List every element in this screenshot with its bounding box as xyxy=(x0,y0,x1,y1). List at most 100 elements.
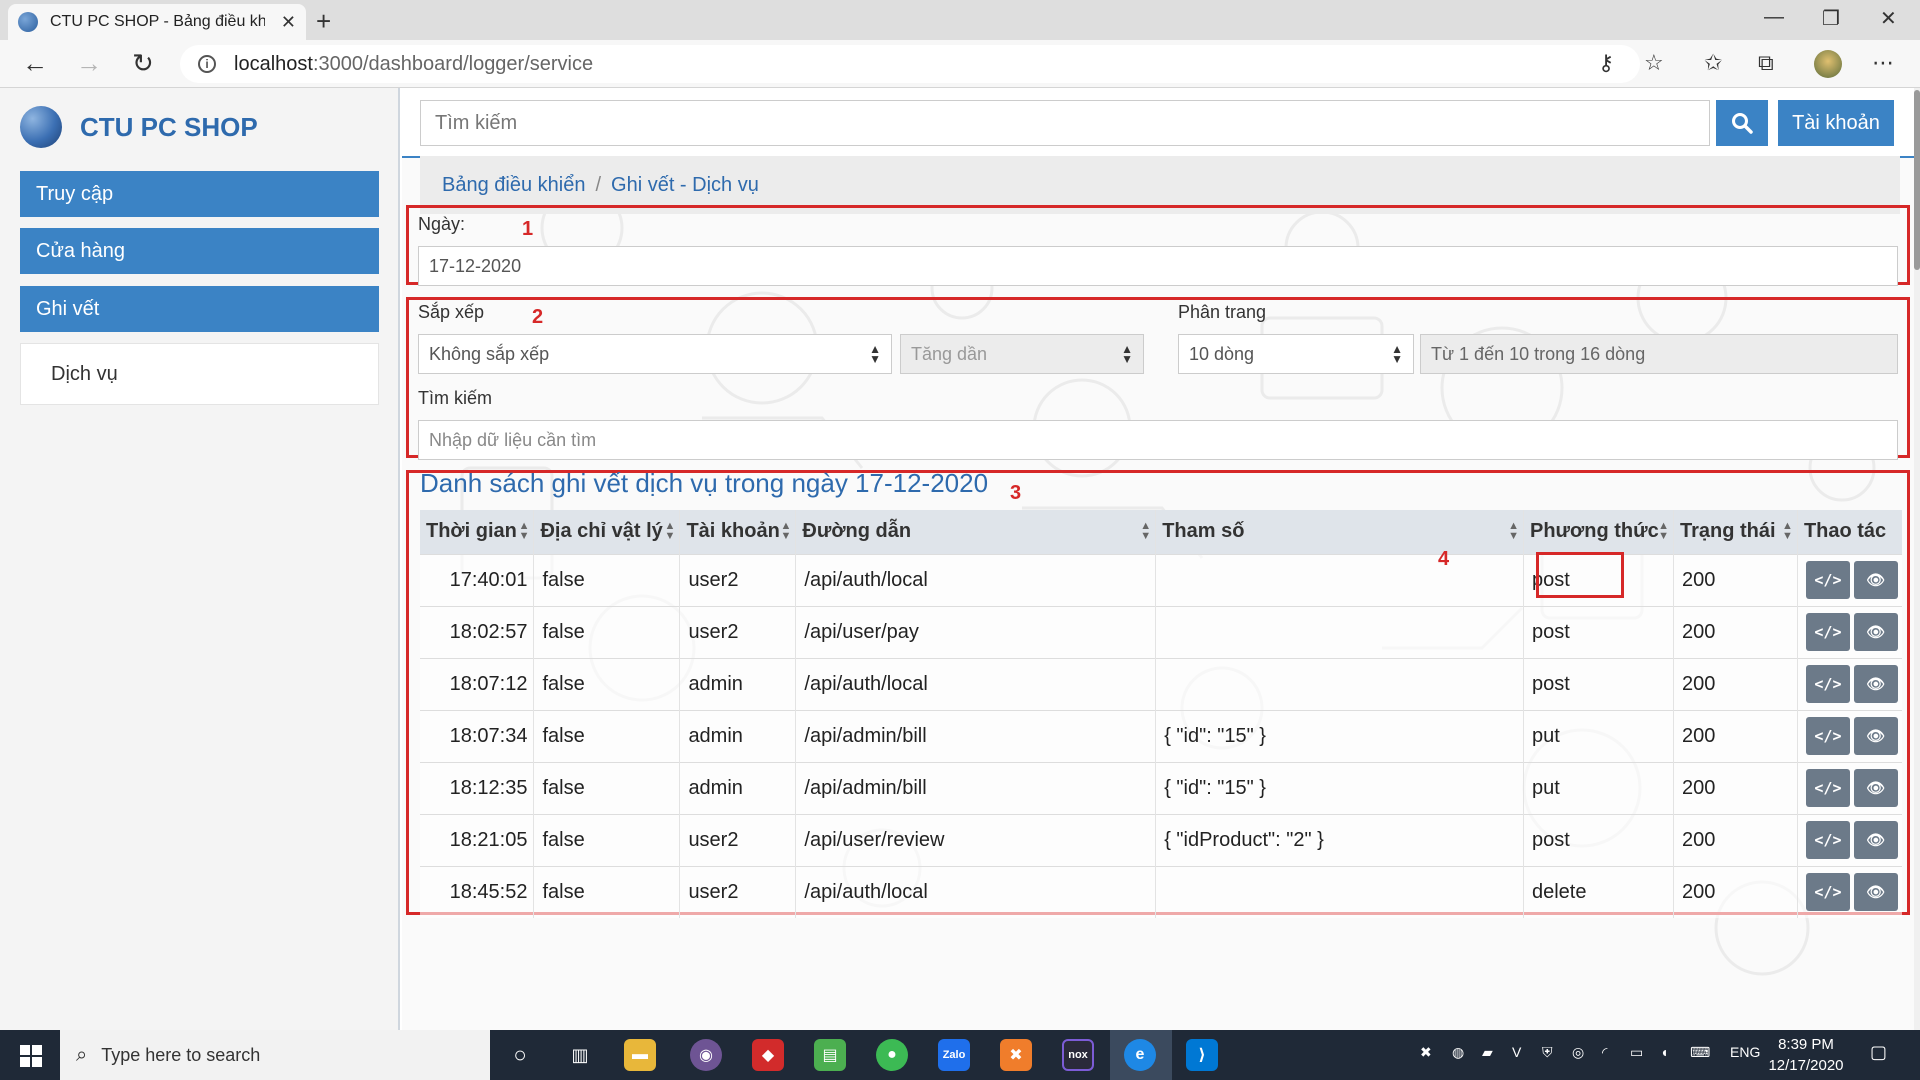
column-header-account[interactable]: Tài khoản ▲ ▼ xyxy=(679,510,796,554)
nvidia-tray-icon[interactable]: ▰ xyxy=(1482,1044,1493,1061)
minimize-window-icon[interactable]: — xyxy=(1764,6,1784,29)
garena-icon[interactable]: ◆ xyxy=(752,1039,784,1071)
table-row: 17:40:01 false user2/api/auth/local post 200… xyxy=(420,553,1902,606)
more-menu-icon[interactable]: ⋯ xyxy=(1872,50,1894,76)
column-header-physical-address[interactable]: Địa chỉ vật lý ▲ ▼ xyxy=(533,510,680,554)
global-search-input[interactable]: Tìm kiếm xyxy=(420,100,1710,146)
volume-icon[interactable]: ◖ xyxy=(1660,1044,1668,1060)
file-explorer-icon[interactable]: ▬ xyxy=(624,1039,656,1071)
nox-player-icon[interactable]: nox xyxy=(1062,1039,1094,1071)
cortana-icon[interactable]: ○ xyxy=(504,1039,536,1071)
forward-arrow-icon[interactable]: → xyxy=(76,48,102,79)
cell-physical-address: false xyxy=(533,657,680,710)
view-details-eye-icon[interactable]: 👁 xyxy=(1853,821,1898,859)
account-button[interactable]: Tài khoản xyxy=(1778,100,1894,146)
github-desktop-icon[interactable]: ◉ xyxy=(690,1039,722,1071)
annotation-number-2: 2 xyxy=(532,306,544,328)
new-tab-icon[interactable]: + xyxy=(316,6,331,37)
wifi-icon[interactable]: ◜ xyxy=(1602,1044,1607,1061)
sidebar-item-store[interactable]: Cửa hàng xyxy=(20,228,379,274)
view-details-eye-icon[interactable]: 👁 xyxy=(1853,613,1898,651)
sort-arrows-icon[interactable]: ▲ ▼ xyxy=(1658,521,1669,542)
collections-icon[interactable]: ⧉ xyxy=(1758,50,1774,76)
sort-arrows-icon[interactable]: ▲ ▼ xyxy=(1140,521,1151,542)
cell-account: admin xyxy=(679,709,796,762)
sort-arrows-icon[interactable]: ▲ ▼ xyxy=(1508,521,1519,542)
xampp-tray-icon[interactable]: ✖ xyxy=(1420,1044,1432,1061)
brand[interactable]: CTU PC SHOP xyxy=(20,106,258,148)
app-root: CTU PC SHOP Truy cập Cửa hàng Ghi vết Dị… xyxy=(0,88,1920,1030)
table-search-input[interactable]: Nhập dữ liệu cần tìm xyxy=(418,420,1898,460)
view-details-eye-icon[interactable]: 👁 xyxy=(1853,561,1898,599)
xampp-icon[interactable]: ✖ xyxy=(1000,1039,1032,1071)
view-details-eye-icon[interactable]: 👁 xyxy=(1853,717,1898,755)
vscode-icon[interactable]: ⟩ xyxy=(1186,1039,1218,1071)
page-scrollbar-thumb[interactable] xyxy=(1914,90,1920,270)
sidebar-item-access[interactable]: Truy cập xyxy=(20,171,379,217)
close-window-icon[interactable]: ✕ xyxy=(1880,6,1897,31)
breadcrumb-home-link[interactable]: Bảng điều khiển xyxy=(442,174,585,197)
nox-tray-icon[interactable]: ◎ xyxy=(1572,1044,1584,1061)
column-header-params[interactable]: Tham số ▲ ▼ xyxy=(1155,510,1524,554)
windows-start-icon[interactable] xyxy=(20,1045,42,1067)
zalo-tray-icon[interactable]: ◍ xyxy=(1452,1044,1464,1061)
view-details-eye-icon[interactable]: 👁 xyxy=(1853,769,1898,807)
keyboard-icon[interactable]: ⌨ xyxy=(1690,1044,1710,1061)
date-input[interactable]: 17-12-2020 xyxy=(418,246,1898,286)
sort-arrows-icon[interactable]: ▲ ▼ xyxy=(781,521,792,542)
profile-avatar[interactable] xyxy=(1814,50,1842,78)
cell-status: 200 xyxy=(1672,553,1798,606)
sidebar-item-logger[interactable]: Ghi vết xyxy=(20,286,379,332)
maximize-window-icon[interactable]: ❐ xyxy=(1822,6,1840,31)
task-view-icon[interactable]: ▥ xyxy=(564,1039,596,1071)
view-code-icon[interactable]: </> xyxy=(1805,665,1850,703)
view-details-eye-icon[interactable]: 👁 xyxy=(1853,665,1898,703)
taskbar-search-box[interactable]: ⌕ Type here to search xyxy=(60,1030,490,1080)
column-header-path[interactable]: Đường dẫn ▲ ▼ xyxy=(795,510,1156,554)
breadcrumb-separator: / xyxy=(595,173,602,196)
view-code-icon[interactable]: </> xyxy=(1805,769,1850,807)
column-header-time[interactable]: Thời gian ▲ ▼ xyxy=(420,510,534,554)
security-tray-icon[interactable]: ⛨ xyxy=(1542,1044,1553,1061)
chrome-style-app-icon[interactable]: ● xyxy=(876,1039,908,1071)
language-indicator[interactable]: ENG xyxy=(1730,1044,1760,1060)
view-code-icon[interactable]: </> xyxy=(1805,613,1850,651)
reload-icon[interactable]: ↻ xyxy=(132,48,154,79)
column-header-status[interactable]: Trạng thái ▲ ▼ xyxy=(1672,510,1798,554)
sort-select[interactable]: Không sắp xếp ▲ ▼ xyxy=(418,334,892,374)
view-details-eye-icon[interactable]: 👁 xyxy=(1853,873,1898,912)
favorites-list-icon[interactable]: ✩ xyxy=(1704,50,1722,76)
cell-status: 200 xyxy=(1672,865,1798,918)
sidebar-subitem-service[interactable]: Dịch vụ xyxy=(20,343,379,405)
column-header-method[interactable]: Phương thức ▲ ▼ xyxy=(1522,510,1674,554)
close-tab-icon[interactable]: ✕ xyxy=(281,12,296,33)
browser-tab[interactable]: CTU PC SHOP - Bảng điều khiển ✕ xyxy=(8,4,306,40)
notifications-icon[interactable]: ▢ xyxy=(1870,1042,1887,1063)
view-code-icon[interactable]: </> xyxy=(1805,873,1850,912)
order-select[interactable]: Tăng dần ▲ ▼ xyxy=(900,334,1144,374)
cell-params xyxy=(1155,657,1524,710)
zalo-icon[interactable]: Zalo xyxy=(938,1039,970,1071)
top-bar: Tìm kiếm Tài khoản xyxy=(402,88,1920,158)
view-code-icon[interactable]: </> xyxy=(1805,821,1850,859)
sort-arrows-icon[interactable]: ▲ ▼ xyxy=(665,521,676,542)
system-clock[interactable]: 8:39 PM 12/17/2020 xyxy=(1766,1034,1846,1076)
search-button[interactable] xyxy=(1716,100,1768,146)
page-size-select[interactable]: 10 dòng ▲ ▼ xyxy=(1178,334,1414,374)
antivirus-tray-icon[interactable]: V xyxy=(1512,1044,1521,1060)
url-text: localhost:3000/dashboard/logger/service xyxy=(234,52,594,75)
view-code-icon[interactable]: </> xyxy=(1805,561,1850,599)
view-code-icon[interactable]: </> xyxy=(1805,717,1850,755)
sort-arrows-icon[interactable]: ▲ ▼ xyxy=(1782,521,1793,542)
cell-time: 18:45:52 xyxy=(420,865,534,918)
site-info-icon[interactable]: i xyxy=(198,55,216,73)
battery-icon[interactable]: ▭ xyxy=(1630,1044,1643,1061)
sort-arrows-icon[interactable]: ▲ ▼ xyxy=(519,521,530,542)
favorite-star-icon[interactable]: ☆ xyxy=(1644,50,1664,76)
address-bar[interactable]: i localhost:3000/dashboard/logger/servic… xyxy=(180,45,1640,83)
key-icon[interactable]: ⚷ xyxy=(1598,50,1614,76)
cell-path: /api/auth/local xyxy=(795,865,1156,918)
back-arrow-icon[interactable]: ← xyxy=(22,48,48,79)
spreadsheet-app-icon[interactable]: ▤ xyxy=(814,1039,846,1071)
edge-browser-icon[interactable]: e xyxy=(1124,1039,1156,1071)
